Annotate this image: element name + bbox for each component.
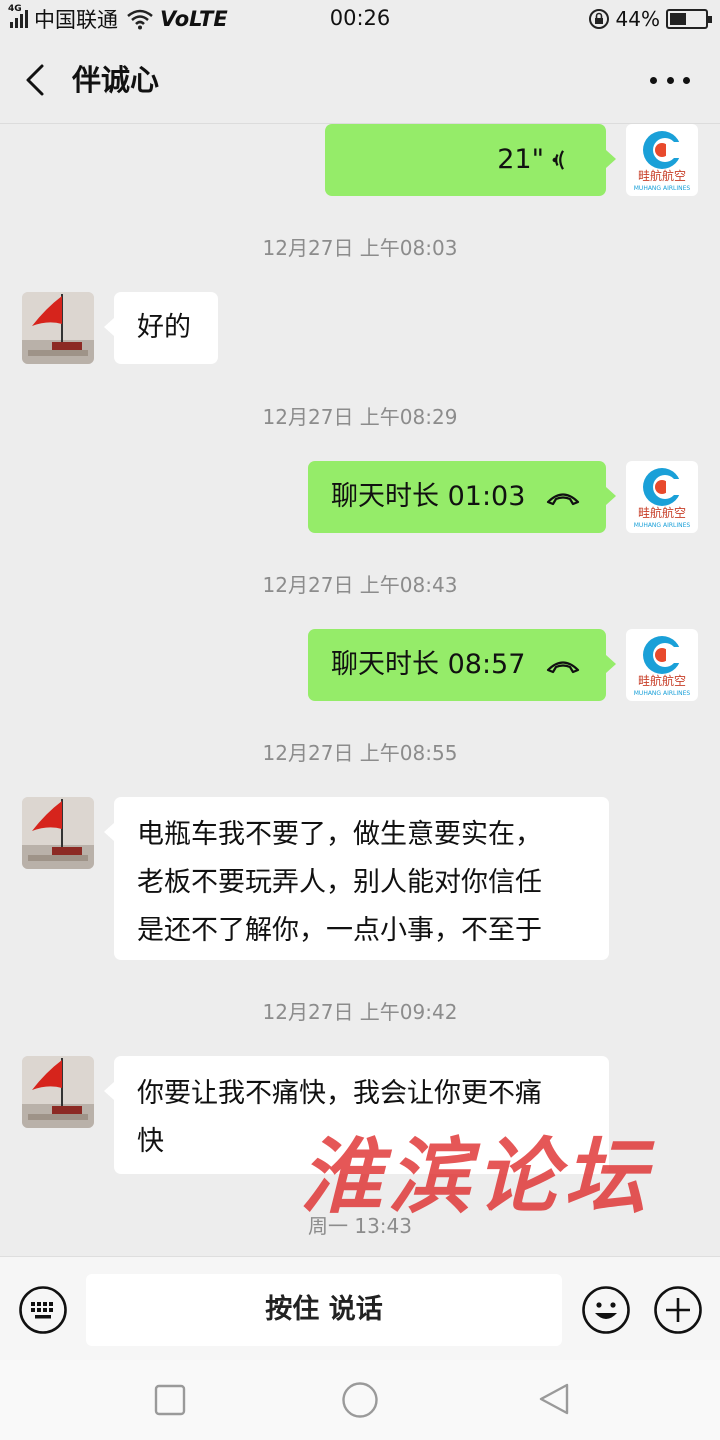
my-avatar[interactable]: 畦航航空 MUHANG AIRLINES bbox=[626, 461, 698, 533]
message-bubble[interactable]: 好的 bbox=[104, 292, 218, 364]
message-line: 是还不了解你，一点小事，不至于 bbox=[137, 915, 542, 946]
circle-icon[interactable] bbox=[341, 1381, 379, 1419]
svg-text:MUHANG AIRLINES: MUHANG AIRLINES bbox=[634, 185, 691, 192]
timestamp: 12月27日 上午08:29 bbox=[262, 405, 458, 429]
timestamp: 12月27日 上午08:43 bbox=[262, 573, 458, 597]
my-avatar[interactable]: 畦航航空 MUHANG AIRLINES bbox=[626, 629, 698, 701]
chat-title: 伴诚心 bbox=[72, 63, 160, 97]
message-list[interactable]: 畦航航空 MUHANG AIRLINES 21" 12月27日 上午08:03 … bbox=[0, 124, 720, 1256]
contact-avatar[interactable] bbox=[22, 1056, 94, 1128]
timestamp: 12月27日 上午09:42 bbox=[262, 1000, 458, 1024]
voice-message-bubble[interactable]: 21" bbox=[325, 124, 616, 196]
forum-watermark: 淮滨论坛 bbox=[300, 1129, 652, 1225]
call-duration-text: 聊天时长 01:03 bbox=[331, 481, 526, 512]
svg-text:MUHANG AIRLINES: MUHANG AIRLINES bbox=[634, 690, 691, 697]
svg-text:畦航航空: 畦航航空 bbox=[638, 673, 686, 688]
call-duration-text: 聊天时长 08:57 bbox=[331, 649, 526, 680]
airline-logo-icon: 畦航航空 MUHANG AIRLINES bbox=[634, 131, 691, 192]
timestamp: 12月27日 上午08:03 bbox=[262, 236, 458, 260]
voice-wave-icon bbox=[552, 150, 564, 170]
airline-logo-icon: 畦航航空 MUHANG AIRLINES bbox=[634, 468, 691, 529]
voice-duration: 21" bbox=[497, 144, 544, 175]
timestamp: 12月27日 上午08:55 bbox=[262, 741, 458, 765]
status-bar: 4G 中国联通 VoLTE 00:26 44% bbox=[0, 0, 720, 38]
status-right: 44% bbox=[588, 6, 712, 32]
back-icon[interactable] bbox=[20, 60, 52, 100]
hold-to-talk-button[interactable]: 按住 说话 bbox=[86, 1274, 562, 1346]
call-record-bubble[interactable]: 聊天时长 01:03 bbox=[308, 461, 616, 533]
battery-percent: 44% bbox=[615, 7, 660, 31]
rotation-lock-icon bbox=[588, 9, 609, 29]
contact-avatar[interactable] bbox=[22, 292, 94, 364]
triangle-back-icon[interactable] bbox=[537, 1382, 571, 1416]
battery-icon bbox=[666, 9, 712, 29]
message-text: 好的 bbox=[137, 312, 191, 343]
input-bar: 按住 说话 bbox=[0, 1256, 720, 1360]
flag-photo-icon bbox=[22, 797, 94, 869]
flag-photo-icon bbox=[22, 292, 94, 364]
phone-hangup-icon bbox=[546, 493, 580, 506]
call-record-bubble[interactable]: 聊天时长 08:57 bbox=[308, 629, 616, 701]
message-line: 老板不要玩弄人，别人能对你信任 bbox=[137, 867, 542, 898]
my-avatar[interactable]: 畦航航空 MUHANG AIRLINES bbox=[626, 124, 698, 196]
square-icon[interactable] bbox=[154, 1384, 186, 1416]
message-line: 电瓶车我不要了，做生意要实在， bbox=[137, 819, 542, 850]
plus-circle-icon[interactable] bbox=[653, 1285, 703, 1335]
contact-avatar[interactable] bbox=[22, 797, 94, 869]
chat-header: 伴诚心 bbox=[0, 38, 720, 124]
system-navigation-bar bbox=[0, 1360, 720, 1440]
svg-text:MUHANG AIRLINES: MUHANG AIRLINES bbox=[634, 522, 691, 529]
airline-logo-icon: 畦航航空 MUHANG AIRLINES bbox=[634, 636, 691, 697]
svg-text:畦航航空: 畦航航空 bbox=[638, 505, 686, 520]
phone-hangup-icon bbox=[546, 661, 580, 674]
emoji-icon[interactable] bbox=[581, 1285, 631, 1335]
keyboard-icon[interactable] bbox=[18, 1285, 68, 1335]
flag-photo-icon bbox=[22, 1056, 94, 1128]
more-icon[interactable] bbox=[650, 68, 690, 92]
message-bubble[interactable]: 电瓶车我不要了，做生意要实在， 老板不要玩弄人，别人能对你信任 是还不了解你，一… bbox=[104, 797, 609, 960]
svg-text:畦航航空: 畦航航空 bbox=[638, 168, 686, 183]
